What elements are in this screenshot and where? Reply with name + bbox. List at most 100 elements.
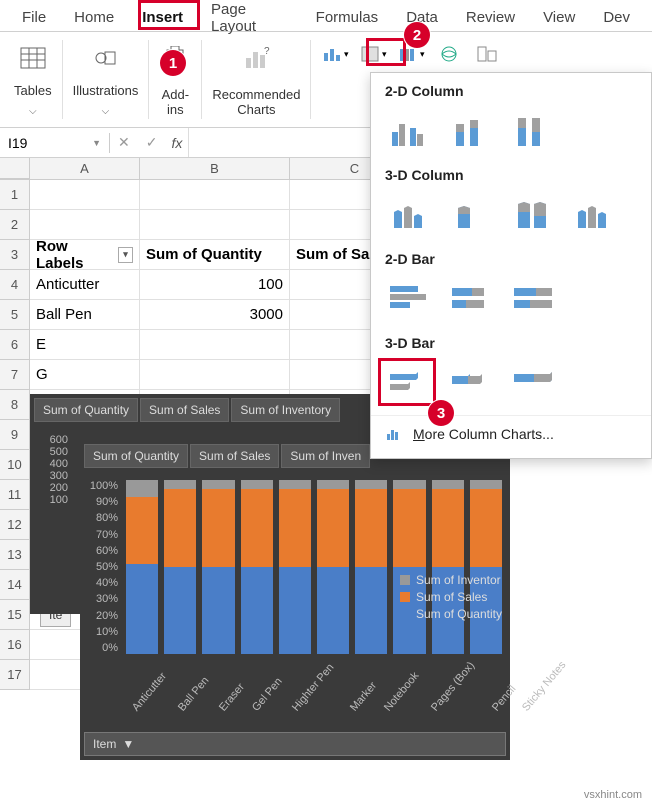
- tab-page-layout[interactable]: Page Layout: [197, 0, 302, 39]
- tab-dev[interactable]: Dev: [589, 5, 644, 30]
- svg-text:?: ?: [264, 46, 270, 57]
- row-header[interactable]: 8: [0, 390, 30, 420]
- select-all-corner[interactable]: [0, 158, 30, 179]
- 3d-column-thumb[interactable]: [571, 195, 621, 235]
- legend-button-qty[interactable]: Sum of Quantity: [84, 444, 188, 468]
- bar-segment: [164, 480, 196, 489]
- tab-formulas[interactable]: Formulas: [302, 5, 393, 30]
- tab-file[interactable]: File: [8, 5, 60, 30]
- cell[interactable]: [30, 210, 140, 240]
- row-header[interactable]: 2: [0, 210, 30, 240]
- tab-view[interactable]: View: [529, 5, 589, 30]
- fx-label[interactable]: fx: [165, 135, 188, 151]
- bar-segment: [202, 480, 234, 489]
- row-header[interactable]: 17: [0, 660, 30, 690]
- tab-review[interactable]: Review: [452, 5, 529, 30]
- stacked-bar-thumb[interactable]: [447, 279, 497, 319]
- more-column-charts[interactable]: More Column Charts...: [371, 415, 651, 452]
- name-box-value: I19: [8, 135, 27, 151]
- tab-home[interactable]: Home: [60, 5, 128, 30]
- tables-icon: [17, 42, 49, 74]
- row-header[interactable]: 11: [0, 480, 30, 510]
- formula-cancel[interactable]: ✕: [110, 134, 138, 151]
- y-axis: 100% 90% 80% 70% 60% 50% 40% 30% 20% 10%…: [84, 476, 122, 654]
- col-header-a[interactable]: A: [30, 158, 140, 179]
- tick: 200: [34, 482, 68, 494]
- row-header[interactable]: 16: [0, 630, 30, 660]
- bar-stack: [126, 480, 158, 654]
- cell[interactable]: 100: [140, 270, 290, 300]
- bar-segment: [279, 567, 311, 654]
- 3d-stacked-bar-thumb[interactable]: [447, 363, 497, 403]
- 100-stacked-bar-thumb[interactable]: [509, 279, 559, 319]
- 3d-100-stacked-column-thumb[interactable]: [509, 195, 559, 235]
- 3d-100-stacked-bar-thumb[interactable]: [509, 363, 559, 403]
- 3d-stacked-column-thumb[interactable]: [447, 195, 497, 235]
- legend-button-qty[interactable]: Sum of Quantity: [34, 398, 138, 422]
- cell[interactable]: [140, 180, 290, 210]
- cell[interactable]: 3000: [140, 300, 290, 330]
- cell[interactable]: [140, 210, 290, 240]
- label: Item: [93, 737, 116, 751]
- clustered-bar-thumb[interactable]: [385, 279, 435, 319]
- column-chart-button[interactable]: ▾: [321, 42, 349, 66]
- row-header[interactable]: 14: [0, 570, 30, 600]
- mnemonic: M: [413, 426, 425, 442]
- addins-label: Add- ins: [162, 87, 189, 117]
- row-header[interactable]: 3: [0, 240, 30, 270]
- tables-label: Tables: [14, 83, 52, 98]
- swatch-icon: [400, 609, 410, 619]
- pivot-qty-header[interactable]: Sum of Quantity: [140, 240, 290, 270]
- bar-segment: [355, 480, 387, 489]
- row-header[interactable]: 4: [0, 270, 30, 300]
- row-header[interactable]: 12: [0, 510, 30, 540]
- cell[interactable]: E: [30, 330, 140, 360]
- pivot-chart-button[interactable]: [473, 42, 501, 66]
- globe-icon[interactable]: [435, 42, 463, 66]
- cell[interactable]: Ball Pen: [30, 300, 140, 330]
- row-header[interactable]: 5: [0, 300, 30, 330]
- col-header-b[interactable]: B: [140, 158, 290, 179]
- stacked-column-thumb[interactable]: [447, 111, 497, 151]
- cell[interactable]: Anticutter: [30, 270, 140, 300]
- row-header[interactable]: 6: [0, 330, 30, 360]
- row-header[interactable]: 9: [0, 420, 30, 450]
- caret-icon: ▼: [92, 138, 101, 148]
- row-header[interactable]: 13: [0, 540, 30, 570]
- 100-stacked-column-thumb[interactable]: [509, 111, 559, 151]
- name-box[interactable]: I19 ▼: [0, 133, 110, 153]
- legend-button-sales[interactable]: Sum of Sales: [190, 444, 279, 468]
- bar-stack: [279, 480, 311, 654]
- bar-segment: [164, 489, 196, 567]
- tick: 300: [34, 470, 68, 482]
- group-recommended-charts[interactable]: ? Recommended Charts: [202, 40, 311, 119]
- filter-dropdown-icon[interactable]: ▾: [118, 247, 133, 263]
- callout-badge-1: 1: [160, 50, 186, 76]
- clustered-column-thumb[interactable]: [385, 111, 435, 151]
- legend-button-inv[interactable]: Sum of Inventory: [231, 398, 340, 422]
- pivot-chart-2[interactable]: Sum of Quantity Sum of Sales Sum of Inve…: [80, 440, 510, 760]
- bar-stack: [241, 480, 273, 654]
- bar-segment: [241, 480, 273, 489]
- legend-button-inv[interactable]: Sum of Inven: [281, 444, 370, 468]
- formula-enter[interactable]: ✓: [138, 134, 166, 151]
- row-header[interactable]: 15: [0, 600, 30, 630]
- legend-button-sales[interactable]: Sum of Sales: [140, 398, 229, 422]
- cell[interactable]: [140, 330, 290, 360]
- bar-stack: [393, 480, 425, 654]
- row-header[interactable]: 7: [0, 360, 30, 390]
- group-tables[interactable]: Tables ⌵: [4, 40, 63, 119]
- cell[interactable]: [30, 180, 140, 210]
- bar-segment: [126, 564, 158, 654]
- cell[interactable]: [140, 360, 290, 390]
- cell[interactable]: G: [30, 360, 140, 390]
- bar-segment: [126, 497, 158, 563]
- row-header[interactable]: 1: [0, 180, 30, 210]
- label: Sum of Inventor: [416, 573, 501, 587]
- callout-badge-3: 3: [428, 400, 454, 426]
- 3d-clustered-column-thumb[interactable]: [385, 195, 435, 235]
- tick: 70%: [84, 529, 118, 541]
- row-header[interactable]: 10: [0, 450, 30, 480]
- pivot-rowlabels-header[interactable]: Row Labels▾: [30, 240, 140, 270]
- group-illustrations[interactable]: Illustrations ⌵: [63, 40, 150, 119]
